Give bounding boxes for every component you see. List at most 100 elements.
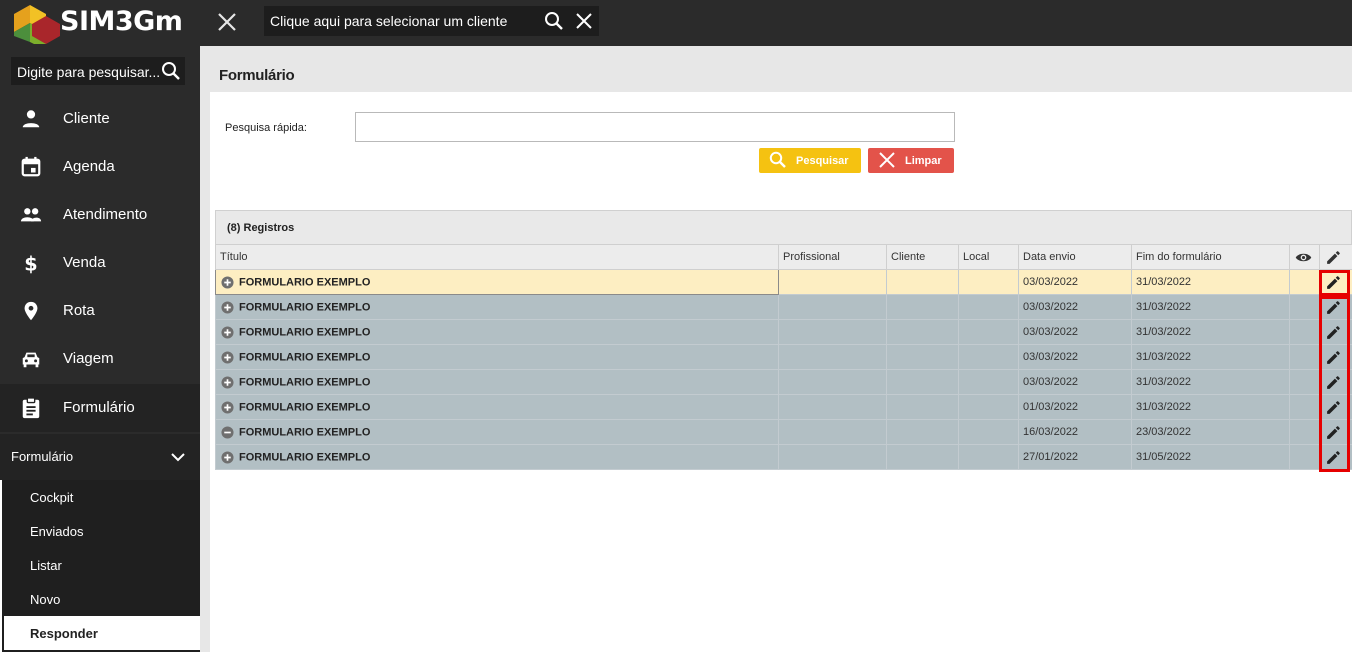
collapse-minus-icon[interactable] xyxy=(221,425,234,439)
edit-highlight-box xyxy=(1319,296,1350,472)
quick-search-input[interactable] xyxy=(355,112,955,142)
expand-plus-icon[interactable] xyxy=(221,400,234,414)
expand-plus-icon[interactable] xyxy=(221,300,234,314)
sidebar-item-label: Atendimento xyxy=(63,206,148,223)
submenu-item-cockpit[interactable]: Cockpit xyxy=(4,480,200,514)
cell-view xyxy=(1289,419,1320,445)
clear-button-label: Limpar xyxy=(905,155,942,167)
row-title: FORMULARIO EXEMPLO xyxy=(239,426,371,438)
cell-data-envio: 01/03/2022 xyxy=(1018,394,1132,420)
cell-local xyxy=(958,419,1019,445)
cell-view xyxy=(1289,319,1320,345)
search-icon[interactable] xyxy=(161,61,181,81)
cell-data-envio: 03/03/2022 xyxy=(1018,319,1132,345)
submenu-item-label: Cockpit xyxy=(30,490,74,505)
expand-plus-icon[interactable] xyxy=(221,450,234,464)
column-header-titulo[interactable]: Título xyxy=(215,244,779,270)
cell-local xyxy=(958,269,1019,295)
grid-caption: (8) Registros xyxy=(215,210,1352,244)
cell-view xyxy=(1289,369,1320,395)
cell-fim-formulario: 31/03/2022 xyxy=(1131,369,1290,395)
eye-icon xyxy=(1295,253,1312,262)
search-button[interactable]: Pesquisar xyxy=(759,148,861,173)
cell-cliente xyxy=(886,394,959,420)
row-title: FORMULARIO EXEMPLO xyxy=(239,376,371,388)
cell-data-envio: 03/03/2022 xyxy=(1018,344,1132,370)
top-bar: SIM3Gm Clique aqui para selecionar um cl… xyxy=(0,0,1352,46)
cell-cliente xyxy=(886,319,959,345)
sidebar-item-atendimento[interactable]: Atendimento xyxy=(0,191,200,239)
clear-button[interactable]: Limpar xyxy=(868,148,954,173)
cell-profissional xyxy=(778,419,887,445)
row-title: FORMULARIO EXEMPLO xyxy=(239,451,371,463)
row-title: FORMULARIO EXEMPLO xyxy=(239,301,371,313)
client-selector-placeholder: Clique aqui para selecionar um cliente xyxy=(270,13,508,29)
edit-highlight-box-selected xyxy=(1319,270,1350,296)
sidebar-item-venda[interactable]: $ Venda xyxy=(0,239,200,287)
cell-titulo[interactable]: FORMULARIO EXEMPLO xyxy=(215,419,779,445)
table-row[interactable]: FORMULARIO EXEMPLO 03/03/2022 31/03/2022 xyxy=(215,294,1352,320)
close-menu-icon[interactable] xyxy=(216,11,238,33)
cell-titulo[interactable]: FORMULARIO EXEMPLO xyxy=(215,294,779,320)
column-header-profissional[interactable]: Profissional xyxy=(778,244,887,270)
cell-profissional xyxy=(778,269,887,295)
cell-fim-formulario: 31/03/2022 xyxy=(1131,344,1290,370)
submenu-item-enviados[interactable]: Enviados xyxy=(4,514,200,548)
car-icon xyxy=(22,352,40,368)
submenu-item-responder[interactable]: Responder xyxy=(4,616,200,650)
expand-plus-icon[interactable] xyxy=(221,325,234,339)
sidebar-item-agenda[interactable]: Agenda xyxy=(0,143,200,191)
cell-profissional xyxy=(778,344,887,370)
cell-titulo[interactable]: FORMULARIO EXEMPLO xyxy=(215,444,779,470)
column-header-local[interactable]: Local xyxy=(958,244,1019,270)
submenu-item-novo[interactable]: Novo xyxy=(4,582,200,616)
row-title: FORMULARIO EXEMPLO xyxy=(239,326,371,338)
sidebar-item-cliente[interactable]: Cliente xyxy=(0,95,200,143)
table-row[interactable]: FORMULARIO EXEMPLO 03/03/2022 31/03/2022 xyxy=(215,344,1352,370)
submenu-item-label: Responder xyxy=(30,626,98,641)
expand-plus-icon[interactable] xyxy=(221,275,234,289)
cell-view xyxy=(1289,294,1320,320)
client-selector[interactable]: Clique aqui para selecionar um cliente xyxy=(264,6,599,36)
cell-titulo[interactable]: FORMULARIO EXEMPLO xyxy=(215,369,779,395)
logo-icon[interactable] xyxy=(10,2,60,44)
sidebar-item-viagem[interactable]: Viagem xyxy=(0,335,200,383)
sidebar-search-input[interactable]: Digite para pesquisar... xyxy=(11,57,185,85)
table-row[interactable]: FORMULARIO EXEMPLO 16/03/2022 23/03/2022 xyxy=(215,419,1352,445)
column-header-data-envio[interactable]: Data envio xyxy=(1018,244,1132,270)
expand-plus-icon[interactable] xyxy=(221,350,234,364)
sidebar-item-rota[interactable]: Rota xyxy=(0,287,200,335)
cell-titulo[interactable]: FORMULARIO EXEMPLO xyxy=(215,394,779,420)
cell-titulo[interactable]: FORMULARIO EXEMPLO xyxy=(215,344,779,370)
search-icon[interactable] xyxy=(544,11,564,31)
chevron-down-icon[interactable] xyxy=(170,449,186,465)
search-icon xyxy=(769,151,786,168)
table-row[interactable]: FORMULARIO EXEMPLO 03/03/2022 31/03/2022 xyxy=(215,319,1352,345)
submenu-item-listar[interactable]: Listar xyxy=(4,548,200,582)
cell-data-envio: 03/03/2022 xyxy=(1018,269,1132,295)
close-icon[interactable] xyxy=(575,12,593,30)
sidebar-item-label: Formulário xyxy=(63,399,135,416)
table-row[interactable]: FORMULARIO EXEMPLO 03/03/2022 31/03/2022 xyxy=(215,269,1352,295)
submenu-header[interactable]: Formulário xyxy=(0,434,200,480)
sidebar-item-label: Agenda xyxy=(63,158,115,175)
sidebar-item-formulario[interactable]: Formulário xyxy=(0,384,200,432)
cell-profissional xyxy=(778,394,887,420)
cell-cliente xyxy=(886,369,959,395)
table-row[interactable]: FORMULARIO EXEMPLO 01/03/2022 31/03/2022 xyxy=(215,394,1352,420)
cell-titulo[interactable]: FORMULARIO EXEMPLO xyxy=(215,319,779,345)
cell-fim-formulario: 31/03/2022 xyxy=(1131,394,1290,420)
records-grid: (8) Registros Título Profissional Client… xyxy=(215,210,1352,470)
table-row[interactable]: FORMULARIO EXEMPLO 03/03/2022 31/03/2022 xyxy=(215,369,1352,395)
close-icon xyxy=(879,152,895,168)
expand-plus-icon[interactable] xyxy=(221,375,234,389)
row-title: FORMULARIO EXEMPLO xyxy=(239,401,371,413)
sidebar-item-label: Venda xyxy=(63,254,106,271)
quick-search-label: Pesquisa rápida: xyxy=(225,122,307,134)
cell-view xyxy=(1289,269,1320,295)
table-row[interactable]: FORMULARIO EXEMPLO 27/01/2022 31/05/2022 xyxy=(215,444,1352,470)
cell-view xyxy=(1289,344,1320,370)
column-header-fim-formulario[interactable]: Fim do formulário xyxy=(1131,244,1290,270)
cell-titulo[interactable]: FORMULARIO EXEMPLO xyxy=(215,269,779,295)
column-header-cliente[interactable]: Cliente xyxy=(886,244,959,270)
